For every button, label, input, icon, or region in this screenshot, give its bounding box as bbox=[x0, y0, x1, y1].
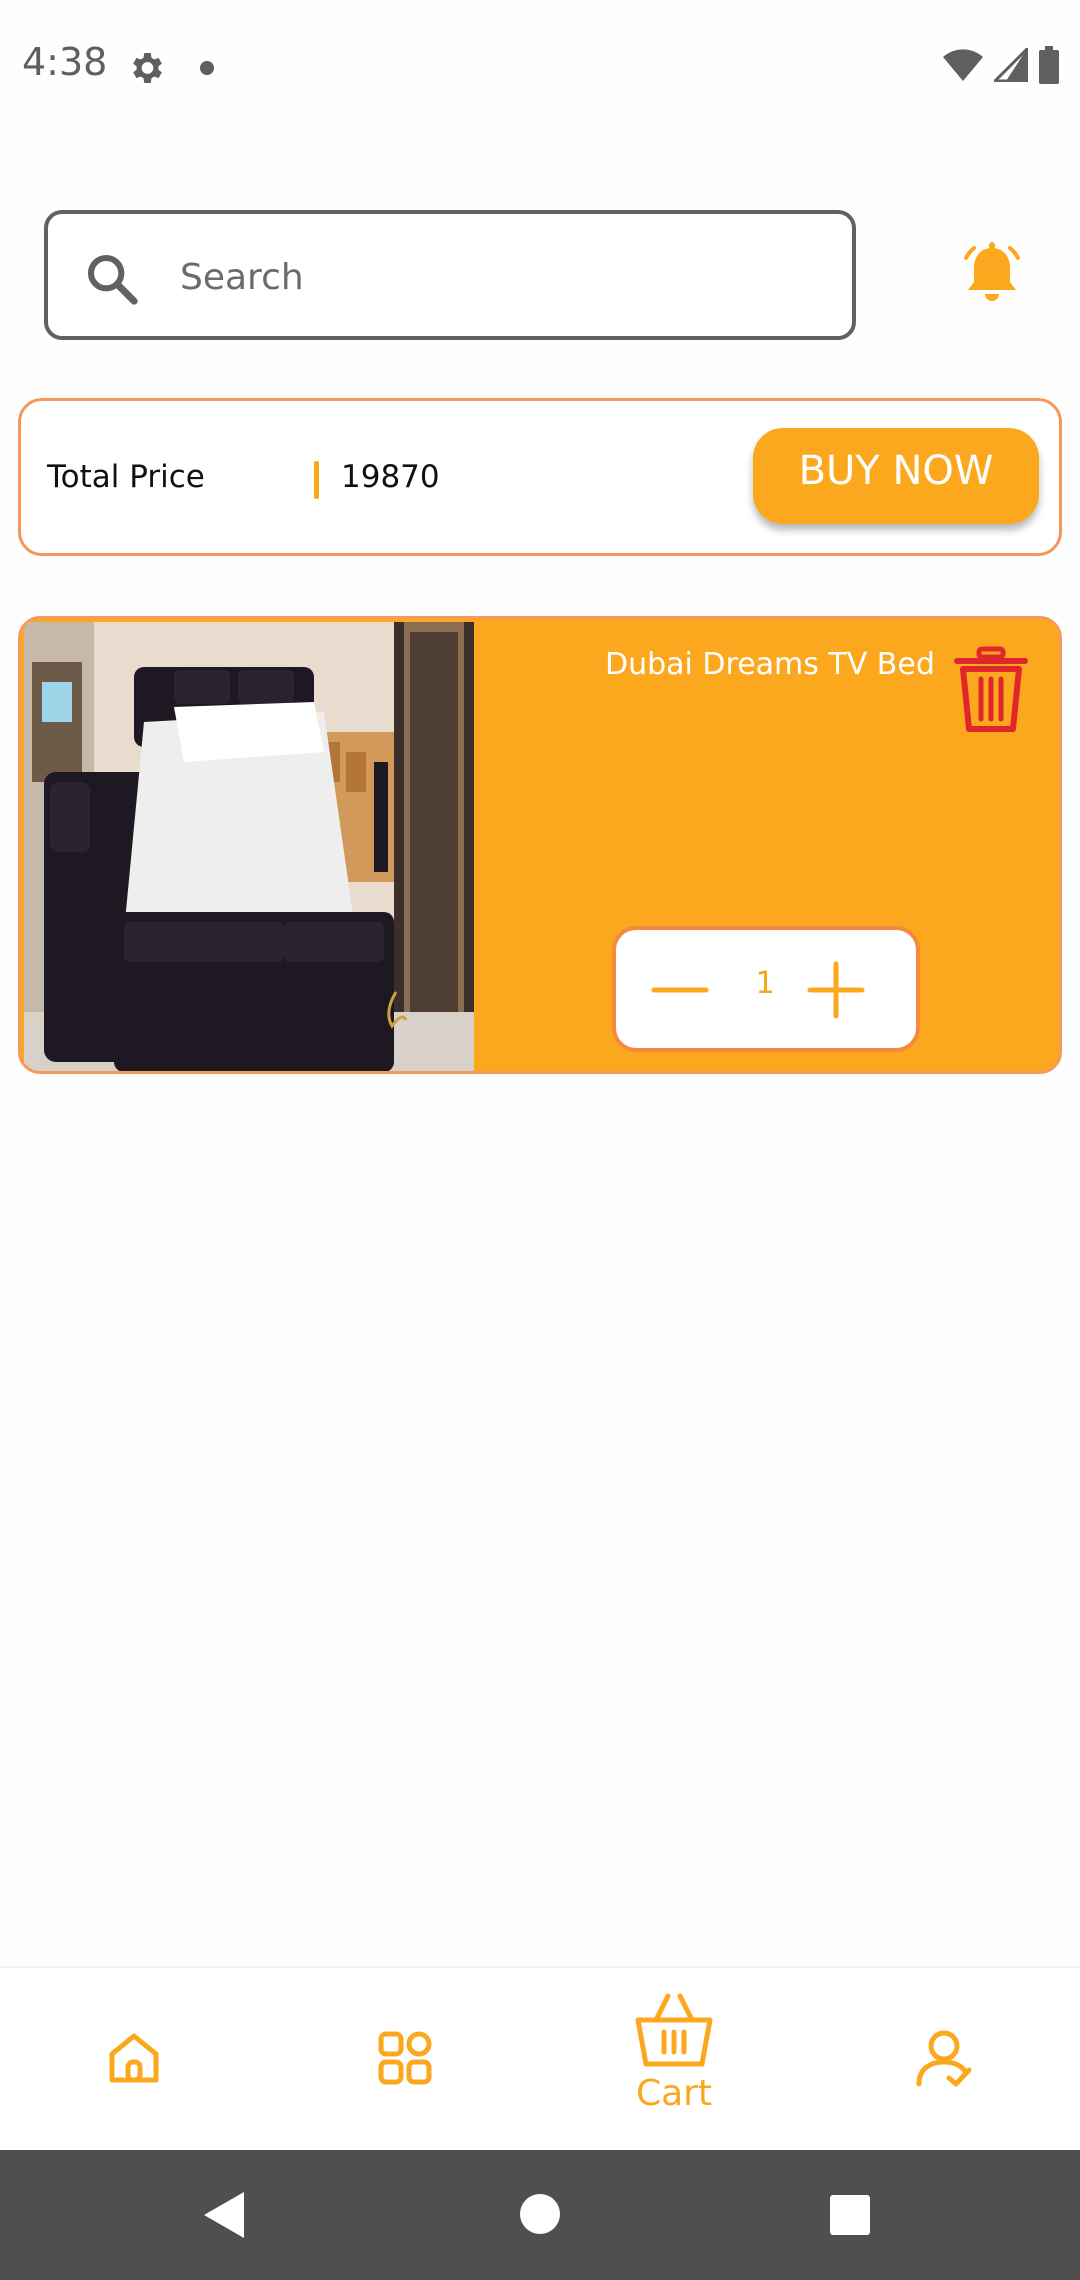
cart-basket-icon bbox=[635, 1993, 713, 2067]
search-box[interactable] bbox=[44, 210, 856, 340]
home-icon bbox=[109, 2033, 159, 2083]
nav-profile[interactable] bbox=[875, 1968, 1015, 2152]
nav-cart[interactable]: Cart bbox=[604, 1968, 744, 2152]
increase-quantity-icon[interactable] bbox=[806, 960, 866, 1020]
notification-dot-icon bbox=[200, 61, 214, 75]
settings-gear-icon bbox=[133, 53, 162, 83]
search-icon bbox=[87, 254, 138, 305]
total-price-value: 19870 bbox=[341, 459, 440, 495]
profile-icon bbox=[916, 2030, 972, 2087]
home-circle-icon[interactable] bbox=[518, 2192, 562, 2236]
nav-home[interactable] bbox=[64, 1968, 204, 2152]
cart-screen: 4:38 Search Total Price 19870 BUY NOW Du… bbox=[0, 0, 1080, 2280]
total-divider bbox=[314, 461, 319, 499]
wifi-icon bbox=[943, 49, 983, 81]
quantity-value: 1 bbox=[755, 966, 775, 1001]
status-indicators bbox=[942, 46, 1060, 84]
total-price-card: Total Price 19870 BUY NOW bbox=[18, 398, 1062, 556]
nav-cart-label: Cart bbox=[635, 2073, 713, 2114]
decrease-quantity-icon[interactable] bbox=[650, 960, 710, 1020]
cart-item-card: Dubai Dreams TV Bed 1 bbox=[18, 616, 1062, 1074]
system-navigation-bar bbox=[0, 2150, 1080, 2280]
recents-square-icon[interactable] bbox=[829, 2194, 871, 2236]
delete-trash-icon[interactable] bbox=[951, 645, 1031, 735]
status-bar: 4:38 bbox=[0, 0, 1080, 135]
notification-bell-icon[interactable] bbox=[954, 236, 1030, 312]
cell-signal-icon bbox=[994, 48, 1028, 82]
bottom-navigation: Cart bbox=[0, 1966, 1080, 2152]
product-image[interactable] bbox=[24, 622, 474, 1071]
search-input[interactable] bbox=[178, 238, 822, 316]
total-price-label: Total Price bbox=[47, 459, 205, 495]
quantity-stepper: 1 bbox=[612, 926, 920, 1052]
buy-now-button[interactable]: BUY NOW bbox=[753, 428, 1039, 524]
nav-categories[interactable] bbox=[335, 1968, 475, 2152]
battery-icon bbox=[1039, 46, 1059, 84]
back-icon[interactable] bbox=[200, 2190, 248, 2240]
status-time: 4:38 bbox=[22, 40, 108, 84]
categories-icon bbox=[378, 2031, 432, 2085]
product-name: Dubai Dreams TV Bed bbox=[605, 647, 935, 682]
